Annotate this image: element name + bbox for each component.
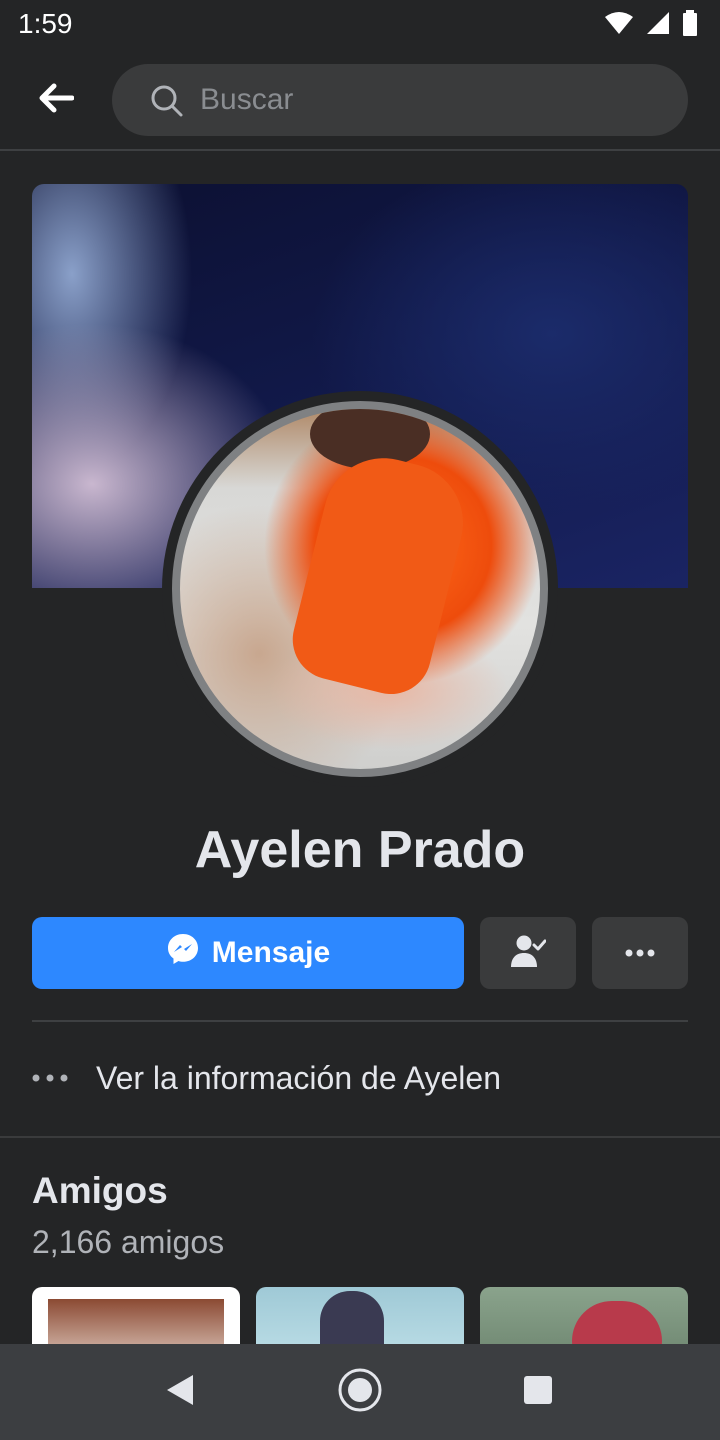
- arrow-left-icon: [38, 83, 75, 118]
- section-separator: [0, 1136, 720, 1138]
- search-input[interactable]: [200, 64, 660, 136]
- search-icon: [150, 84, 184, 118]
- profile-picture[interactable]: [172, 401, 548, 777]
- profile-name: Ayelen Prado: [194, 821, 526, 879]
- status-time: 1:59: [18, 8, 73, 39]
- search-bar[interactable]: [112, 64, 688, 136]
- friends-status-button[interactable]: [480, 917, 576, 989]
- back-button[interactable]: [28, 78, 84, 122]
- profile-picture-frame: [162, 391, 558, 787]
- message-button-label: Mensaje: [211, 936, 331, 969]
- status-bar: 1:59: [0, 0, 720, 50]
- messenger-icon: [166, 932, 200, 974]
- friends-section-title[interactable]: Amigos: [32, 1170, 168, 1212]
- message-button[interactable]: Mensaje: [32, 917, 464, 989]
- divider: [32, 1020, 688, 1022]
- nav-recents-icon: [523, 1375, 553, 1410]
- see-about-info-link[interactable]: Ver la información de Ayelen: [32, 1040, 688, 1116]
- nav-home-button[interactable]: [332, 1368, 388, 1416]
- profile-screen: 1:59 Buscar Ayelen Prado Mensaje Ver la …: [0, 0, 720, 1440]
- more-options-button[interactable]: [592, 917, 688, 989]
- profile-picture-detail-shirt: [284, 445, 476, 703]
- ellipsis-icon: [32, 1074, 96, 1082]
- friends-count: 2,166 amigos: [32, 1224, 225, 1260]
- battery-icon: [682, 9, 698, 41]
- wifi-icon: [604, 11, 634, 40]
- nav-home-icon: [337, 1367, 383, 1418]
- status-icons: [604, 9, 698, 41]
- nav-recents-button[interactable]: [510, 1368, 566, 1416]
- cellular-signal-icon: [646, 11, 670, 40]
- system-navigation-bar: [0, 1344, 720, 1440]
- see-about-info-label: Ver la información de Ayelen: [96, 1059, 501, 1096]
- nav-back-button[interactable]: [152, 1368, 208, 1416]
- friends-check-icon: [510, 934, 547, 973]
- top-bar: [0, 50, 720, 151]
- nav-back-icon: [165, 1373, 195, 1412]
- more-dots-icon: [625, 944, 655, 962]
